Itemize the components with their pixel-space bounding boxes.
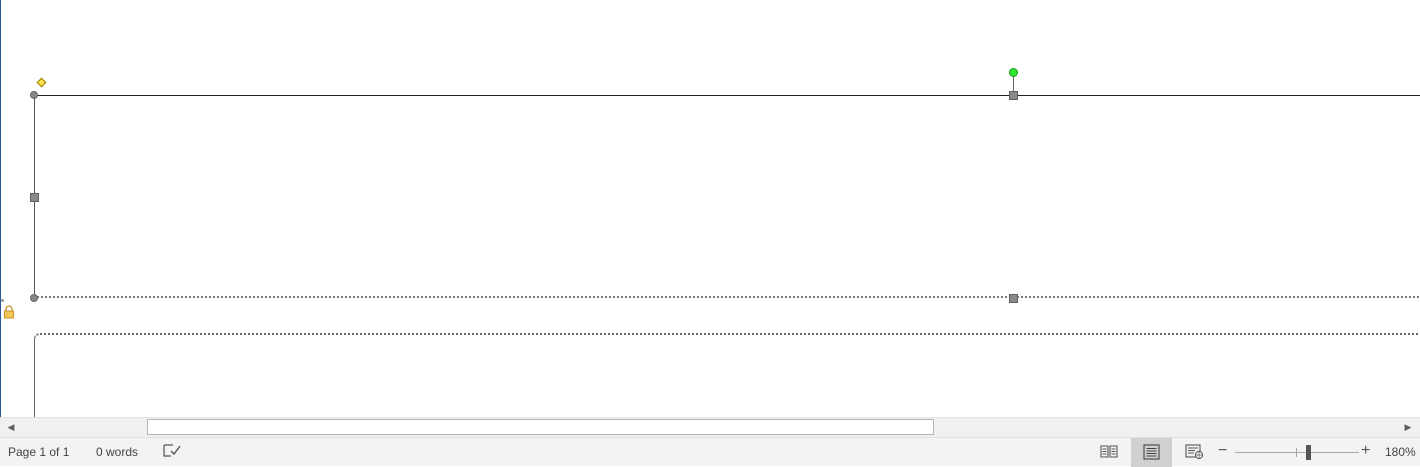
anchor-point: [1, 299, 4, 302]
shape-rotation-handle[interactable]: [1009, 68, 1018, 77]
word-count[interactable]: 0 words: [96, 445, 138, 459]
rotation-handle-stem: [1013, 77, 1014, 92]
zoom-slider-thumb[interactable]: [1306, 445, 1311, 460]
scroll-left-arrow-icon[interactable]: ◀: [2, 418, 20, 437]
zoom-level[interactable]: 180%: [1385, 445, 1416, 459]
horizontal-scrollbar[interactable]: ◀ ▶: [0, 417, 1420, 437]
scrollbar-thumb[interactable]: [147, 419, 934, 435]
print-layout-button[interactable]: [1131, 438, 1172, 467]
selected-shape[interactable]: [34, 95, 1420, 298]
shape-adjust-handle[interactable]: [36, 77, 47, 88]
status-bar: Page 1 of 1 0 words − + 180%: [0, 437, 1420, 467]
resize-handle-bottom-left[interactable]: [30, 294, 38, 302]
document-canvas[interactable]: [0, 0, 1420, 417]
resize-handle-bottom-middle[interactable]: [1009, 294, 1018, 303]
resize-handle-top-left[interactable]: [30, 91, 38, 99]
scroll-right-arrow-icon[interactable]: ▶: [1399, 418, 1417, 437]
page-count[interactable]: Page 1 of 1: [8, 445, 69, 459]
resize-handle-top-middle[interactable]: [1009, 91, 1018, 100]
proofing-check-icon[interactable]: [162, 443, 182, 459]
read-mode-icon[interactable]: [1100, 444, 1118, 459]
print-layout-icon: [1143, 444, 1160, 460]
second-shape[interactable]: [34, 333, 1420, 417]
resize-handle-middle-left[interactable]: [30, 193, 39, 202]
anchor-lock-icon[interactable]: [3, 305, 15, 319]
zoom-slider-center-tick: [1296, 448, 1297, 457]
zoom-out-button[interactable]: −: [1218, 442, 1227, 460]
zoom-in-button[interactable]: +: [1361, 442, 1370, 460]
zoom-slider-track[interactable]: [1235, 452, 1359, 453]
web-layout-icon[interactable]: [1185, 444, 1204, 460]
